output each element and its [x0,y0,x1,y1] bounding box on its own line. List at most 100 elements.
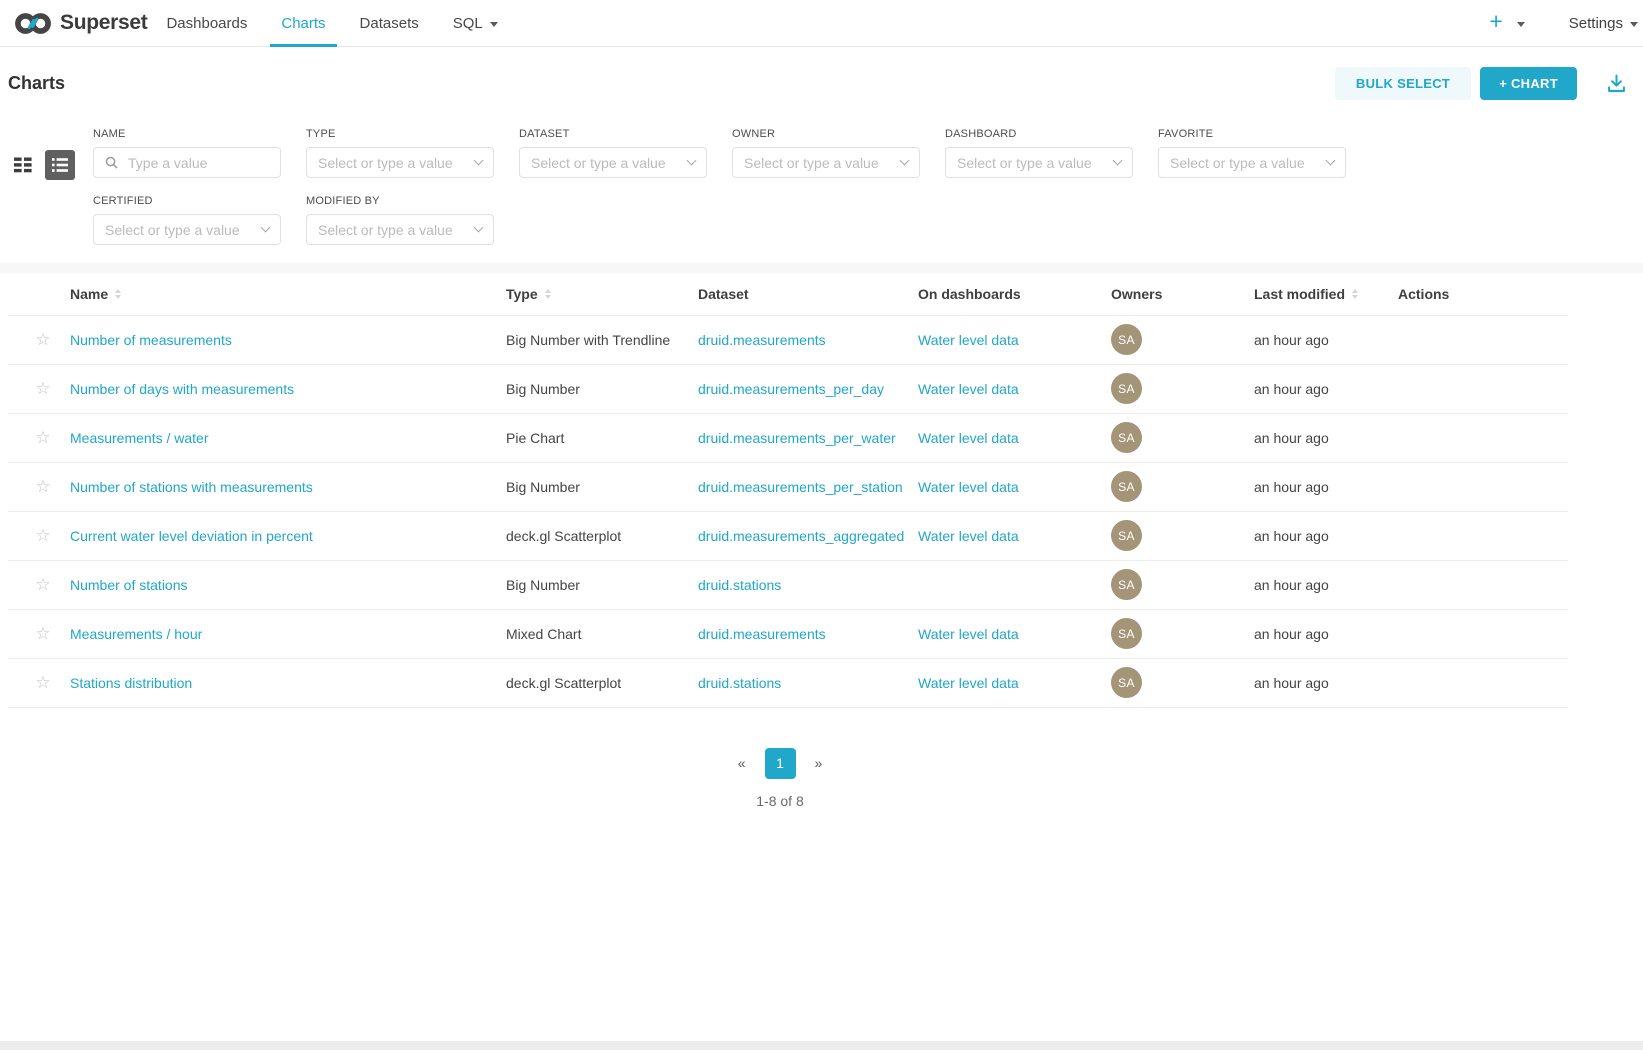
chart-type: Mixed Chart [500,609,692,658]
chart-name-link[interactable]: Stations distribution [70,675,192,691]
dashboard-link[interactable]: Water level data [918,675,1019,691]
dataset-link[interactable]: druid.measurements_per_day [698,381,884,397]
owner-avatar[interactable]: SA [1111,373,1142,404]
last-modified: an hour ago [1248,560,1392,609]
certified-filter-select[interactable]: Select or type a value [93,214,281,245]
nav-sql[interactable]: SQL [436,0,515,46]
star-icon[interactable]: ☆ [35,526,50,545]
dataset-link[interactable]: druid.stations [698,577,781,593]
nav-dashboards[interactable]: Dashboards [149,0,264,46]
type-filter-select[interactable]: Select or type a value [306,147,494,178]
owner-avatar[interactable]: SA [1111,324,1142,355]
horizontal-scrollbar[interactable] [0,1041,1643,1050]
chart-type: Big Number [500,560,692,609]
charts-table: Name Type Dataset On dashboards Owners L… [8,273,1568,708]
actions-cell [1392,413,1568,462]
dashboard-link[interactable]: Water level data [918,479,1019,495]
sort-icon[interactable] [545,289,551,299]
star-icon[interactable]: ☆ [35,428,50,447]
owner-avatar[interactable]: SA [1111,667,1142,698]
actions-cell [1392,315,1568,364]
pagination-prev[interactable]: « [738,755,746,771]
select-placeholder: Select or type a value [318,222,475,238]
dashboard-link[interactable]: Water level data [918,528,1019,544]
col-owners: Owners [1105,273,1248,315]
star-icon[interactable]: ☆ [35,379,50,398]
list-view-icon[interactable] [45,150,75,180]
new-item-menu[interactable]: + [1489,13,1524,33]
sort-icon[interactable] [115,289,121,299]
dashboard-filter-select[interactable]: Select or type a value [945,147,1133,178]
filter-owner: OWNER Select or type a value [732,128,920,178]
charts-table-wrap: Name Type Dataset On dashboards Owners L… [8,273,1568,708]
star-icon[interactable]: ☆ [35,330,50,349]
owner-avatar[interactable]: SA [1111,520,1142,551]
chevron-down-icon [261,223,271,233]
last-modified: an hour ago [1248,413,1392,462]
dataset-link[interactable]: druid.stations [698,675,781,691]
card-view-icon[interactable] [10,152,36,178]
last-modified: an hour ago [1248,315,1392,364]
top-navbar: Superset Dashboards Charts Datasets SQL … [0,0,1643,47]
dataset-link[interactable]: druid.measurements_aggregated [698,528,904,544]
chart-name-link[interactable]: Number of days with measurements [70,381,294,397]
owner-avatar[interactable]: SA [1111,618,1142,649]
name-filter-text[interactable] [126,154,269,172]
col-type[interactable]: Type [500,273,692,315]
chart-type: Big Number [500,462,692,511]
nav-charts[interactable]: Charts [264,0,342,46]
sort-icon[interactable] [1352,289,1358,299]
chart-name-link[interactable]: Measurements / hour [70,626,202,642]
dashboard-link[interactable]: Water level data [918,332,1019,348]
last-modified: an hour ago [1248,609,1392,658]
dataset-link[interactable]: druid.measurements [698,332,826,348]
star-icon[interactable]: ☆ [35,477,50,496]
chart-name-link[interactable]: Measurements / water [70,430,209,446]
owner-avatar[interactable]: SA [1111,569,1142,600]
col-on-dashboards: On dashboards [912,273,1105,315]
bulk-select-button[interactable]: BULK SELECT [1335,67,1471,100]
chart-name-link[interactable]: Number of stations with measurements [70,479,313,495]
nav-datasets[interactable]: Datasets [343,0,436,46]
dataset-link[interactable]: druid.measurements_per_station [698,479,903,495]
pagination: « 1 » [0,748,1560,779]
dashboard-link[interactable]: Water level data [918,430,1019,446]
download-icon[interactable] [1606,73,1627,94]
filter-label: CERTIFIED [93,195,281,207]
superset-logo[interactable]: Superset [14,11,147,36]
filters-area: NAME TYPE Select or type a value DATASET [0,118,1643,262]
table-row: ☆ Number of measurements Big Number with… [8,315,1568,364]
dataset-link[interactable]: druid.measurements_per_water [698,430,896,446]
caret-down-icon [1517,22,1525,27]
col-name[interactable]: Name [64,273,500,315]
favorite-filter-select[interactable]: Select or type a value [1158,147,1346,178]
owner-avatar[interactable]: SA [1111,422,1142,453]
superset-infinity-icon [14,11,52,36]
chart-name-link[interactable]: Current water level deviation in percent [70,528,313,544]
chevron-down-icon [687,156,697,166]
chart-name-link[interactable]: Number of measurements [70,332,232,348]
star-icon[interactable]: ☆ [35,673,50,692]
filter-dataset: DATASET Select or type a value [519,128,707,178]
owner-avatar[interactable]: SA [1111,471,1142,502]
search-icon [105,156,118,169]
star-icon[interactable]: ☆ [35,624,50,643]
col-star [8,273,64,315]
pagination-next[interactable]: » [815,755,823,771]
pagination-page-1[interactable]: 1 [765,748,796,779]
filter-grid: NAME TYPE Select or type a value DATASET [93,128,1393,262]
dashboard-link[interactable]: Water level data [918,381,1019,397]
modified-by-filter-select[interactable]: Select or type a value [306,214,494,245]
chart-type: deck.gl Scatterplot [500,511,692,560]
settings-menu[interactable]: Settings [1569,15,1638,32]
dataset-filter-select[interactable]: Select or type a value [519,147,707,178]
name-filter-input[interactable] [93,147,281,178]
col-last-modified[interactable]: Last modified [1248,273,1392,315]
dataset-link[interactable]: druid.measurements [698,626,826,642]
chart-name-link[interactable]: Number of stations [70,577,188,593]
owner-filter-select[interactable]: Select or type a value [732,147,920,178]
dashboard-link[interactable]: Water level data [918,626,1019,642]
add-chart-button[interactable]: + CHART [1480,67,1577,100]
col-dataset: Dataset [692,273,912,315]
star-icon[interactable]: ☆ [35,575,50,594]
